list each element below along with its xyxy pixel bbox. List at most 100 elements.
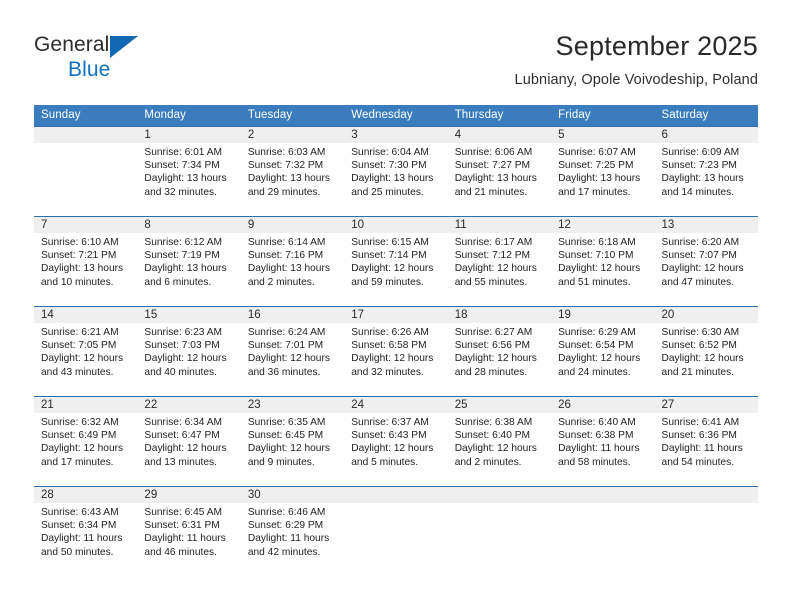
day-cell[interactable]: 30 Sunrise: 6:46 AM Sunset: 6:29 PM Dayl… [241, 487, 344, 577]
day-cell[interactable]: 21 Sunrise: 6:32 AM Sunset: 6:49 PM Dayl… [34, 397, 137, 487]
day-number: 7 [41, 219, 48, 231]
day-cell[interactable]: 26 Sunrise: 6:40 AM Sunset: 6:38 PM Dayl… [551, 397, 654, 487]
day-cell[interactable]: 15 Sunrise: 6:23 AM Sunset: 7:03 PM Dayl… [137, 307, 240, 397]
day-sun-info: Sunrise: 6:35 AM Sunset: 6:45 PM Dayligh… [247, 417, 330, 468]
day-cell[interactable]: 14 Sunrise: 6:21 AM Sunset: 7:05 PM Dayl… [34, 307, 137, 397]
day-number: 1 [144, 129, 151, 141]
page-header: General Blue September 2025 Lubniany, Op… [34, 30, 758, 92]
day-cell[interactable]: 17 Sunrise: 6:26 AM Sunset: 6:58 PM Dayl… [344, 307, 447, 397]
day-cell[interactable]: 1 Sunrise: 6:01 AM Sunset: 7:34 PM Dayli… [137, 127, 240, 217]
weekday-sunday: Sunday [41, 109, 81, 121]
day-cell[interactable] [344, 487, 447, 577]
day-number: 20 [661, 309, 675, 321]
day-cell[interactable]: 20 Sunrise: 6:30 AM Sunset: 6:52 PM Dayl… [655, 307, 758, 397]
day-number: 27 [661, 399, 675, 411]
day-sun-info: Sunrise: 6:46 AM Sunset: 6:29 PM Dayligh… [247, 507, 330, 558]
day-sun-info: Sunrise: 6:41 AM Sunset: 6:36 PM Dayligh… [661, 417, 743, 468]
day-sun-info: Sunrise: 6:27 AM Sunset: 6:56 PM Dayligh… [454, 327, 537, 378]
day-sun-info: Sunrise: 6:04 AM Sunset: 7:30 PM Dayligh… [351, 147, 434, 198]
day-number: 30 [247, 489, 261, 501]
day-cell[interactable]: 11 Sunrise: 6:17 AM Sunset: 7:12 PM Dayl… [448, 217, 551, 307]
calendar-page: General Blue September 2025 Lubniany, Op… [0, 0, 792, 612]
calendar-week-days: 28 Sunrise: 6:43 AM Sunset: 6:34 PM Dayl… [34, 487, 758, 577]
page-title: September 2025 [555, 31, 758, 61]
day-sun-info: Sunrise: 6:30 AM Sunset: 6:52 PM Dayligh… [661, 327, 744, 378]
day-cell[interactable]: 13 Sunrise: 6:20 AM Sunset: 7:07 PM Dayl… [655, 217, 758, 307]
calendar-week-row: 21 Sunrise: 6:32 AM Sunset: 6:49 PM Dayl… [34, 396, 758, 486]
day-sun-info: Sunrise: 6:07 AM Sunset: 7:25 PM Dayligh… [558, 147, 641, 198]
day-cell[interactable]: 19 Sunrise: 6:29 AM Sunset: 6:54 PM Dayl… [551, 307, 654, 397]
day-sun-info: Sunrise: 6:29 AM Sunset: 6:54 PM Dayligh… [558, 327, 641, 378]
day-sun-info: Sunrise: 6:01 AM Sunset: 7:34 PM Dayligh… [144, 147, 227, 198]
calendar-table: Sunday Monday Tuesday Wednesday Thursday… [34, 105, 758, 576]
day-sun-info: Sunrise: 6:20 AM Sunset: 7:07 PM Dayligh… [661, 237, 744, 288]
day-sun-info: Sunrise: 6:10 AM Sunset: 7:21 PM Dayligh… [41, 237, 124, 288]
day-sun-info: Sunrise: 6:17 AM Sunset: 7:12 PM Dayligh… [454, 237, 537, 288]
calendar-week-row: 28 Sunrise: 6:43 AM Sunset: 6:34 PM Dayl… [34, 486, 758, 576]
weekday-tuesday: Tuesday [247, 109, 293, 121]
day-number: 18 [454, 309, 468, 321]
day-cell[interactable]: 29 Sunrise: 6:45 AM Sunset: 6:31 PM Dayl… [137, 487, 240, 577]
general-blue-logo: General Blue [34, 34, 234, 90]
day-cell[interactable]: 25 Sunrise: 6:38 AM Sunset: 6:40 PM Dayl… [448, 397, 551, 487]
day-number: 8 [144, 219, 151, 231]
day-sun-info: Sunrise: 6:34 AM Sunset: 6:47 PM Dayligh… [144, 417, 227, 468]
day-cell[interactable]: 8 Sunrise: 6:12 AM Sunset: 7:19 PM Dayli… [137, 217, 240, 307]
day-cell[interactable]: 28 Sunrise: 6:43 AM Sunset: 6:34 PM Dayl… [34, 487, 137, 577]
day-sun-info: Sunrise: 6:14 AM Sunset: 7:16 PM Dayligh… [247, 237, 330, 288]
day-cell[interactable]: 18 Sunrise: 6:27 AM Sunset: 6:56 PM Dayl… [448, 307, 551, 397]
title-block: September 2025 Lubniany, Opole Voivodesh… [515, 30, 758, 90]
day-sun-info: Sunrise: 6:24 AM Sunset: 7:01 PM Dayligh… [247, 327, 330, 378]
logo-triangle-icon [110, 36, 138, 58]
day-sun-info: Sunrise: 6:18 AM Sunset: 7:10 PM Dayligh… [558, 237, 641, 288]
weekday-wednesday: Wednesday [351, 109, 413, 121]
day-number: 12 [558, 219, 571, 231]
day-number: 15 [144, 309, 158, 321]
day-cell[interactable]: 3 Sunrise: 6:04 AM Sunset: 7:30 PM Dayli… [344, 127, 447, 217]
day-cell[interactable]: 7 Sunrise: 6:10 AM Sunset: 7:21 PM Dayli… [34, 217, 137, 307]
day-number: 6 [661, 129, 668, 141]
day-number: 5 [558, 129, 565, 141]
day-number: 16 [247, 309, 261, 321]
day-sun-info: Sunrise: 6:12 AM Sunset: 7:19 PM Dayligh… [144, 237, 227, 288]
day-number: 28 [41, 489, 54, 501]
day-number: 22 [144, 399, 158, 411]
day-number: 26 [558, 399, 571, 411]
day-sun-info: Sunrise: 6:21 AM Sunset: 7:05 PM Dayligh… [41, 327, 124, 378]
day-sun-info: Sunrise: 6:45 AM Sunset: 6:31 PM Dayligh… [144, 507, 226, 558]
day-cell[interactable]: 16 Sunrise: 6:24 AM Sunset: 7:01 PM Dayl… [241, 307, 344, 397]
calendar-week-days: 14 Sunrise: 6:21 AM Sunset: 7:05 PM Dayl… [34, 307, 758, 397]
day-number: 23 [247, 399, 261, 411]
day-number: 11 [454, 219, 467, 231]
weekday-monday: Monday [144, 109, 186, 121]
calendar-week-days: 1 Sunrise: 6:01 AM Sunset: 7:34 PM Dayli… [34, 127, 758, 217]
day-cell[interactable]: 12 Sunrise: 6:18 AM Sunset: 7:10 PM Dayl… [551, 217, 654, 307]
day-number: 3 [351, 129, 358, 141]
weekday-friday: Friday [558, 109, 591, 121]
day-cell[interactable]: 22 Sunrise: 6:34 AM Sunset: 6:47 PM Dayl… [137, 397, 240, 487]
day-number: 10 [351, 219, 365, 231]
calendar-week-row: 1 Sunrise: 6:01 AM Sunset: 7:34 PM Dayli… [34, 126, 758, 216]
day-sun-info: Sunrise: 6:37 AM Sunset: 6:43 PM Dayligh… [351, 417, 434, 468]
day-cell[interactable]: 24 Sunrise: 6:37 AM Sunset: 6:43 PM Dayl… [344, 397, 447, 487]
logo-text-blue: Blue [68, 58, 111, 81]
day-cell[interactable] [655, 487, 758, 577]
day-sun-info: Sunrise: 6:32 AM Sunset: 6:49 PM Dayligh… [41, 417, 124, 468]
day-sun-info: Sunrise: 6:09 AM Sunset: 7:23 PM Dayligh… [661, 147, 744, 198]
day-sun-info: Sunrise: 6:43 AM Sunset: 6:34 PM Dayligh… [41, 507, 123, 558]
day-number: 19 [558, 309, 571, 321]
day-cell[interactable]: 23 Sunrise: 6:35 AM Sunset: 6:45 PM Dayl… [241, 397, 344, 487]
day-number: 4 [454, 129, 462, 141]
day-cell[interactable]: 4 Sunrise: 6:06 AM Sunset: 7:27 PM Dayli… [448, 127, 551, 217]
day-cell[interactable]: 6 Sunrise: 6:09 AM Sunset: 7:23 PM Dayli… [655, 127, 758, 217]
day-cell[interactable] [34, 127, 137, 217]
day-cell[interactable]: 10 Sunrise: 6:15 AM Sunset: 7:14 PM Dayl… [344, 217, 447, 307]
day-cell[interactable]: 27 Sunrise: 6:41 AM Sunset: 6:36 PM Dayl… [655, 397, 758, 487]
day-cell[interactable]: 2 Sunrise: 6:03 AM Sunset: 7:32 PM Dayli… [241, 127, 344, 217]
day-number: 24 [351, 399, 365, 411]
calendar-week-row: 14 Sunrise: 6:21 AM Sunset: 7:05 PM Dayl… [34, 306, 758, 396]
day-cell[interactable] [551, 487, 654, 577]
day-cell[interactable]: 5 Sunrise: 6:07 AM Sunset: 7:25 PM Dayli… [551, 127, 654, 217]
day-cell[interactable]: 9 Sunrise: 6:14 AM Sunset: 7:16 PM Dayli… [241, 217, 344, 307]
day-cell[interactable] [448, 487, 551, 577]
